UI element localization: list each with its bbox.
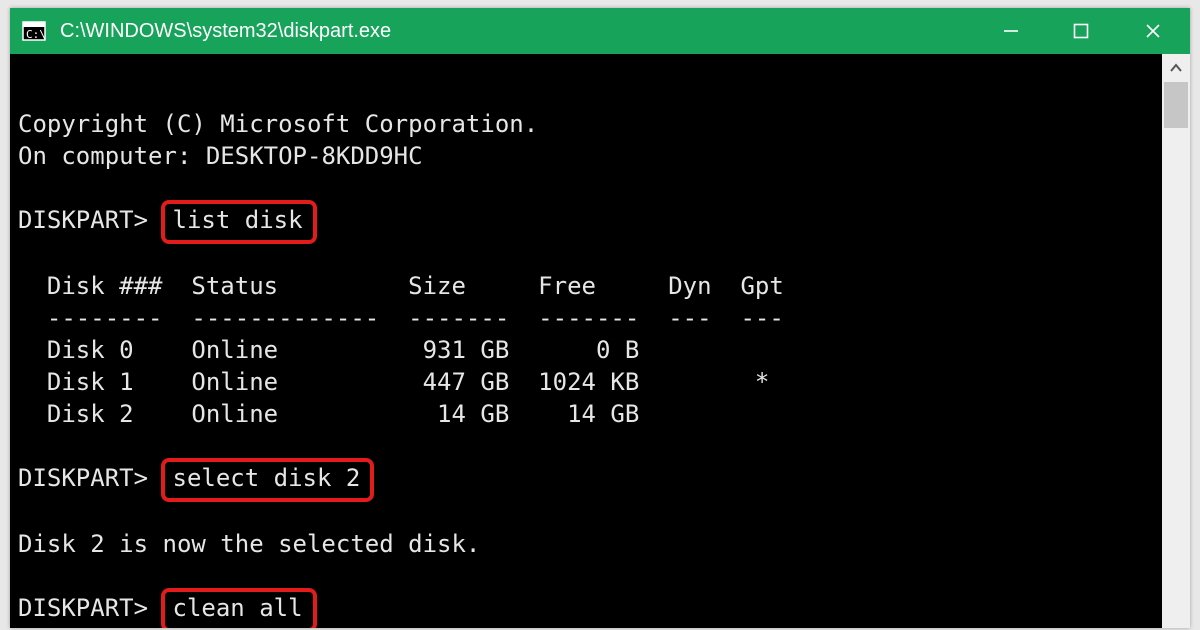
computer-label: On computer: [18,142,206,170]
selected-disk-msg: Disk 2 is now the selected disk. [18,528,1162,560]
console-window: C:\ C:\WINDOWS\system32\diskpart.exe Cop… [10,8,1190,628]
terminal-output[interactable]: Copyright (C) Microsoft Corporation.On c… [10,54,1162,628]
vertical-scrollbar[interactable] [1162,54,1190,628]
table-header: Disk ### Status Size Free Dyn Gpt [18,270,1162,302]
scroll-up-arrow-icon[interactable] [1162,54,1190,82]
cmd-icon: C:\ [22,19,46,43]
prompt: DISKPART> [18,594,148,622]
table-row: Disk 2 Online 14 GB 14 GB [18,398,1162,430]
cmd-list-disk: list disk [161,200,317,244]
copyright-line: Copyright (C) Microsoft Corporation. [18,108,1162,140]
window-controls [976,8,1190,54]
table-divider: -------- ------------- ------- ------- -… [18,302,1162,334]
svg-text:C:\: C:\ [26,28,46,41]
minimize-button[interactable] [976,8,1046,54]
cmd-clean-all: clean all [161,588,317,628]
prompt: DISKPART> [18,464,148,492]
titlebar[interactable]: C:\ C:\WINDOWS\system32\diskpart.exe [10,8,1190,54]
table-row: Disk 1 Online 447 GB 1024 KB * [18,366,1162,398]
computer-name: DESKTOP-8KDD9HC [206,142,423,170]
close-button[interactable] [1116,8,1190,54]
window-title: C:\WINDOWS\system32\diskpart.exe [60,20,976,43]
scrollbar-thumb[interactable] [1164,82,1188,128]
maximize-button[interactable] [1046,8,1116,54]
table-row: Disk 0 Online 931 GB 0 B [18,334,1162,366]
cmd-select-disk: select disk 2 [161,458,375,502]
prompt: DISKPART> [18,206,148,234]
